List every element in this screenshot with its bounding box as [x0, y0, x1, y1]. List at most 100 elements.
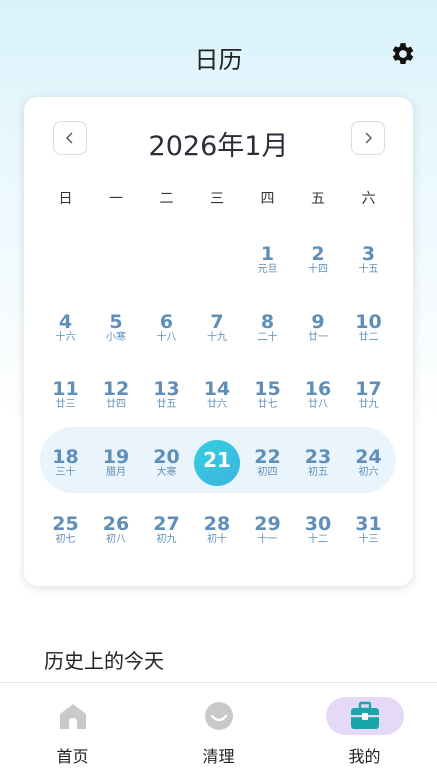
- day-cell[interactable]: 9 廿一: [293, 311, 344, 361]
- day-cell[interactable]: 27 初九: [141, 513, 192, 563]
- day-cell[interactable]: 14 廿六: [192, 378, 243, 428]
- lunar-date: 二十: [257, 331, 278, 343]
- lunar-date: 大寒: [156, 466, 177, 478]
- day-cell[interactable]: 15 廿七: [242, 378, 293, 428]
- day-cell[interactable]: 21: [192, 446, 243, 496]
- day-number: 28: [203, 513, 231, 535]
- lunar-date: 初七: [55, 534, 76, 545]
- day-cell[interactable]: 28 初十: [192, 513, 243, 563]
- day-number: 10: [355, 310, 382, 333]
- tab-mine-icon-wrap: [325, 697, 404, 735]
- lunar-date: 十二: [308, 534, 328, 545]
- day-cell[interactable]: 18 三十: [40, 446, 91, 496]
- tab-clean[interactable]: 清理: [146, 683, 291, 779]
- lunar-date: 初九: [156, 534, 177, 545]
- day-number: 9: [311, 310, 325, 333]
- day-cell[interactable]: 5 小寒: [91, 311, 142, 361]
- lunar-date: 初四: [257, 466, 278, 478]
- lunar-date: 十六: [55, 331, 76, 343]
- day-number: 5: [109, 310, 123, 333]
- day-number: 24: [355, 445, 382, 468]
- lunar-date: 初十: [207, 534, 227, 545]
- day-cell[interactable]: 29 十一: [242, 513, 293, 563]
- day-cell[interactable]: 11 廿三: [40, 378, 91, 428]
- day-number: 21: [203, 447, 231, 472]
- day-cell[interactable]: 26 初八: [91, 513, 142, 563]
- tab-clean-icon-wrap: [180, 697, 258, 735]
- toolbox-icon: [350, 701, 379, 729]
- lunar-date: 廿三: [55, 399, 76, 410]
- day-cell[interactable]: 24 初六: [343, 446, 394, 496]
- day-cell[interactable]: 7 十九: [192, 311, 243, 361]
- lunar-date: 初八: [106, 534, 126, 545]
- day-cell[interactable]: 6 十八: [141, 311, 192, 361]
- tab-mine-label: 我的: [348, 747, 381, 766]
- tab-home[interactable]: 首页: [0, 683, 145, 779]
- day-number: 22: [254, 445, 281, 468]
- day-cell[interactable]: 25 初七: [40, 513, 91, 563]
- bottom-tab-bar: 首页 清理 我的: [0, 682, 437, 779]
- day-number: 11: [52, 378, 79, 400]
- lunar-date: 腊月: [106, 466, 126, 478]
- lunar-date: 廿四: [106, 399, 126, 410]
- lunar-date: 元旦: [257, 264, 278, 275]
- day-number: 15: [254, 378, 281, 400]
- day-cell[interactable]: 30 十二: [293, 513, 344, 563]
- day-number: 6: [159, 310, 174, 333]
- lunar-date: 十五: [358, 264, 379, 275]
- day-cell[interactable]: 22 初四: [242, 446, 293, 496]
- day-number: 26: [102, 513, 130, 535]
- tab-mine[interactable]: 我的: [292, 683, 437, 779]
- day-cell[interactable]: 4 十六: [40, 311, 91, 361]
- day-cell[interactable]: 13 廿五: [141, 378, 192, 428]
- chevron-right-icon: [365, 132, 372, 144]
- lunar-date: 小寒: [106, 331, 126, 343]
- day-number: 19: [102, 445, 130, 468]
- day-number: 12: [102, 378, 130, 400]
- day-number: 3: [361, 243, 376, 265]
- tab-home-label: 首页: [56, 747, 89, 766]
- day-cell[interactable]: 12 廿四: [91, 378, 142, 428]
- tab-home-icon-wrap: [34, 697, 112, 735]
- weekday-label: 日: [58, 191, 73, 207]
- day-number: 18: [52, 445, 79, 468]
- day-number: 1: [260, 243, 275, 265]
- day-cell[interactable]: 23 初五: [293, 446, 344, 496]
- day-cell[interactable]: 10 廿二: [343, 311, 394, 361]
- day-number: 29: [254, 513, 281, 535]
- weekday-label: 二: [159, 191, 174, 207]
- day-cell[interactable]: 1 元旦: [242, 243, 293, 293]
- weekday-label: 三: [210, 191, 224, 207]
- lunar-date: 廿九: [358, 399, 379, 410]
- day-number: 13: [153, 378, 180, 400]
- day-cell[interactable]: 20 大寒: [141, 446, 192, 496]
- day-cell[interactable]: 2 十四: [293, 243, 344, 293]
- lunar-date: 十九: [207, 331, 227, 343]
- day-number: 30: [304, 513, 332, 535]
- day-cell[interactable]: 31 十三: [343, 513, 394, 563]
- day-number: 23: [304, 445, 332, 468]
- day-number: 31: [355, 513, 382, 535]
- weekday-label: 六: [361, 191, 376, 207]
- day-cell[interactable]: 8 二十: [242, 311, 293, 361]
- lunar-date: 十八: [156, 331, 177, 343]
- gear-icon[interactable]: [390, 41, 416, 67]
- day-cell[interactable]: 17 廿九: [343, 378, 394, 428]
- next-month-button[interactable]: [351, 121, 385, 155]
- page-title: 日历: [194, 46, 243, 74]
- weekday-label: 一: [109, 191, 123, 207]
- day-cell[interactable]: 19 腊月: [91, 446, 142, 496]
- day-number: 7: [210, 310, 224, 333]
- home-icon: [59, 704, 86, 729]
- day-cell[interactable]: 3 十五: [343, 243, 394, 293]
- lunar-date: 廿一: [308, 331, 328, 343]
- history-today-title: 历史上的今天: [44, 649, 164, 673]
- lunar-date: 廿二: [358, 331, 379, 343]
- header: 日历: [0, 0, 437, 110]
- day-cell[interactable]: 16 廿八: [293, 378, 344, 428]
- day-number: 2: [311, 243, 325, 265]
- lunar-date: 初六: [358, 466, 379, 478]
- calendar-card: 2026年1月 日一二三四五六 1 元旦 2 十四 3 十五 4 十六 5 小寒 6 十八 7 十九 8 二十…: [24, 97, 413, 586]
- day-number: 25: [52, 513, 79, 535]
- day-number: 20: [153, 445, 180, 468]
